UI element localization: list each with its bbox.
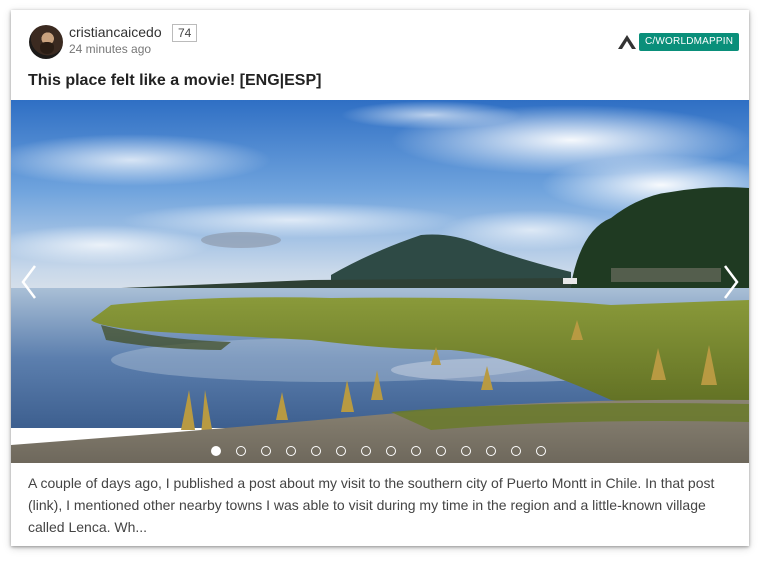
carousel-dot[interactable] [386,446,396,456]
post-title[interactable]: This place felt like a movie! [ENG|ESP] [28,72,321,90]
carousel-dot[interactable] [336,446,346,456]
post-timestamp[interactable]: 24 minutes ago [69,42,151,56]
image-carousel[interactable] [11,100,749,463]
post-card[interactable]: cristiancaicedo 74 24 minutes ago C/WORL… [11,10,749,546]
carousel-indicators [211,446,546,458]
avatar[interactable] [29,25,63,59]
post-image[interactable] [11,100,749,463]
carousel-dot[interactable] [536,446,546,456]
post-header: cristiancaicedo 74 24 minutes ago C/WORL… [11,10,749,100]
carousel-dot[interactable] [411,446,421,456]
carousel-dot[interactable] [486,446,496,456]
carousel-next-button[interactable] [719,262,743,302]
carousel-prev-button[interactable] [17,262,41,302]
reputation-badge: 74 [172,24,198,42]
post-excerpt[interactable]: A couple of days ago, I published a post… [28,472,734,538]
carousel-dot[interactable] [461,446,471,456]
carousel-dot[interactable] [261,446,271,456]
author-name[interactable]: cristiancaicedo [69,24,162,40]
carousel-dot[interactable] [286,446,296,456]
carousel-dot[interactable] [236,446,246,456]
community-badge[interactable]: C/WORLDMAPPIN [639,33,740,51]
carousel-dot[interactable] [511,446,521,456]
carousel-dot[interactable] [311,446,321,456]
community-logo-icon[interactable] [617,34,637,50]
carousel-dot[interactable] [211,446,221,456]
carousel-dot[interactable] [436,446,446,456]
carousel-dot[interactable] [361,446,371,456]
